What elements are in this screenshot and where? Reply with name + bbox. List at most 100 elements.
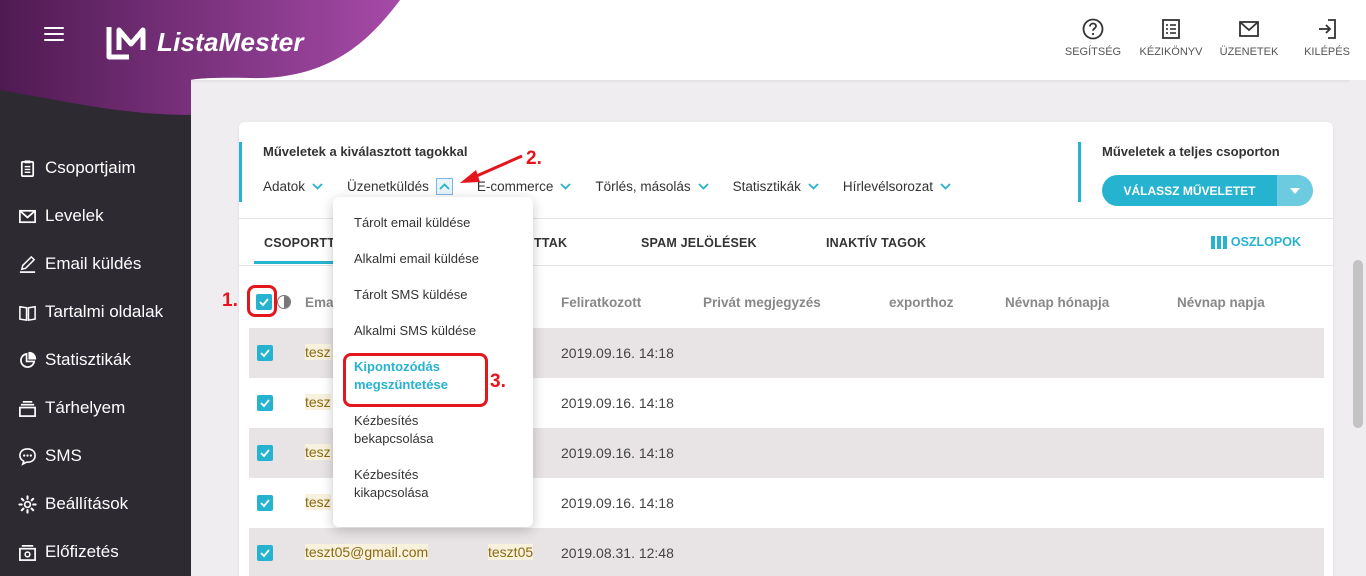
logout-label: KILÉPÉS xyxy=(1304,46,1350,58)
row-email[interactable]: tesz xyxy=(305,344,331,360)
manual-icon xyxy=(1162,19,1180,39)
column-header-email[interactable]: Ema xyxy=(305,295,334,310)
help-label: SEGÍTSÉG xyxy=(1064,46,1122,58)
row-name[interactable]: teszt05 xyxy=(488,544,534,560)
logo-mark-icon xyxy=(106,27,146,60)
sidebar-item-label: Levelek xyxy=(45,206,104,225)
menu-torles-masolas[interactable]: Törlés, másolás xyxy=(595,178,709,195)
mail-icon xyxy=(17,206,37,226)
pie-chart-icon xyxy=(17,350,37,370)
menu-uzenetkuldes[interactable]: Üzenetküldés xyxy=(347,178,453,195)
check-icon xyxy=(260,499,270,508)
row-date: 2019.09.16. 14:18 xyxy=(561,395,674,411)
annotation-step-2: 2. xyxy=(526,148,542,169)
contrast-icon[interactable] xyxy=(277,295,291,309)
column-header-feliratkozott[interactable]: Feliratkozott xyxy=(561,295,641,310)
sidebar-item-csoportjaim[interactable]: Csoportjaim xyxy=(0,144,191,192)
group-actions-title: Műveletek a teljes csoporton xyxy=(1102,144,1280,159)
messages-label: ÜZENETEK xyxy=(1219,46,1279,58)
choose-action-button[interactable]: VÁLASSZ MŰVELETET xyxy=(1102,175,1277,206)
active-tab-indicator xyxy=(254,261,334,264)
row-checkbox[interactable] xyxy=(257,545,273,561)
clipboard-icon xyxy=(17,158,37,178)
logout-icon xyxy=(1319,19,1336,39)
sidebar-item-tartalmi-oldalak[interactable]: Tartalmi oldalak xyxy=(0,288,191,336)
group-actions: Műveletek a teljes csoporton VÁLASSZ MŰV… xyxy=(1078,142,1328,206)
row-date: 2019.08.31. 12:48 xyxy=(561,545,674,561)
sidebar-item-label: Csoportjaim xyxy=(45,158,136,177)
sidebar-item-statisztikak[interactable]: Statisztikák xyxy=(0,336,191,384)
choose-action-dropdown-button[interactable] xyxy=(1277,175,1313,206)
tab-csoporttagok[interactable]: CSOPORTT xyxy=(264,236,335,250)
chat-bubble-icon xyxy=(17,446,37,466)
book-icon xyxy=(17,302,37,322)
sidebar-item-label: Beállítások xyxy=(45,494,129,513)
scrollbar-thumb[interactable] xyxy=(1353,260,1363,428)
chevron-down-icon xyxy=(698,183,709,190)
chevron-down-icon xyxy=(808,183,819,190)
sidebar-item-label: Tárhelyem xyxy=(45,398,126,417)
menu-torles-label: Törlés, másolás xyxy=(595,179,691,194)
menu-adatok-label: Adatok xyxy=(263,179,306,194)
column-header-nevnap-napja[interactable]: Névnap napja xyxy=(1177,295,1265,310)
column-header-exporthoz[interactable]: exporthoz xyxy=(889,295,954,310)
page-scrollbar[interactable] xyxy=(1350,80,1366,576)
sidebar-item-beallitasok[interactable]: Beállítások xyxy=(0,480,191,528)
check-icon xyxy=(260,549,270,558)
row-email[interactable]: tesz xyxy=(305,394,331,410)
chevron-down-icon xyxy=(940,183,951,190)
sidebar-item-label: SMS xyxy=(45,446,82,465)
sidebar-nav: Csoportjaim Levelek Email küldés Tartalm… xyxy=(0,144,191,576)
row-checkbox[interactable] xyxy=(257,445,273,461)
help-button[interactable]: SEGÍTSÉG xyxy=(1054,18,1132,58)
dropdown-item-adhoc-sms[interactable]: Alkalmi SMS küldése xyxy=(333,313,533,349)
column-header-nevnap-honapja[interactable]: Névnap hónapja xyxy=(1005,295,1109,310)
storage-icon xyxy=(17,398,37,418)
dropdown-item-stored-sms[interactable]: Tárolt SMS küldése xyxy=(333,277,533,313)
table-row[interactable]: teszt05@gmail.com teszt05 2019.08.31. 12… xyxy=(249,528,1324,576)
top-actions: SEGÍTSÉG KÉZIKÖNYV ÜZENETEK KILÉPÉS xyxy=(1054,18,1366,58)
caret-down-icon xyxy=(1290,187,1300,194)
menu-statisztikak[interactable]: Statisztikák xyxy=(733,178,819,195)
column-header-privat-megjegyzes[interactable]: Privát megjegyzés xyxy=(703,295,821,310)
app-logo: ListaMester xyxy=(105,24,304,60)
columns-button[interactable]: OSZLOPOK xyxy=(1210,235,1301,249)
columns-label: OSZLOPOK xyxy=(1230,235,1301,249)
row-checkbox[interactable] xyxy=(257,395,273,411)
menu-hirlevelsorozat[interactable]: Hírlevélsorozat xyxy=(843,178,951,195)
chevron-down-icon xyxy=(560,183,571,190)
sidebar-item-label: Előfizetés xyxy=(45,542,119,561)
menu-toggle-button[interactable] xyxy=(44,27,64,43)
row-date: 2019.09.16. 14:18 xyxy=(561,495,674,511)
row-email[interactable]: tesz xyxy=(305,494,331,510)
annotation-box-select-all xyxy=(247,285,277,317)
row-date: 2019.09.16. 14:18 xyxy=(561,445,674,461)
dropdown-item-stored-email[interactable]: Tárolt email küldése xyxy=(333,205,533,241)
sidebar-item-email-kuldes[interactable]: Email küldés xyxy=(0,240,191,288)
logout-button[interactable]: KILÉPÉS xyxy=(1288,18,1366,58)
row-email[interactable]: tesz xyxy=(305,444,331,460)
row-checkbox[interactable] xyxy=(257,345,273,361)
manual-button[interactable]: KÉZIKÖNYV xyxy=(1132,18,1210,58)
annotation-box-dropdown-item xyxy=(343,353,488,407)
choose-action-split-button: VÁLASSZ MŰVELETET xyxy=(1102,175,1313,206)
dropdown-item-delivery-on[interactable]: Kézbesítés bekapcsolása xyxy=(333,403,463,457)
messages-button[interactable]: ÜZENETEK xyxy=(1210,18,1288,58)
tab-spam-jelolesek[interactable]: SPAM JELÖLÉSEK xyxy=(641,236,757,250)
row-checkbox[interactable] xyxy=(257,495,273,511)
dropdown-item-adhoc-email[interactable]: Alkalmi email küldése xyxy=(333,241,533,277)
chevron-down-icon xyxy=(312,183,323,190)
annotation-step-1: 1. xyxy=(222,290,238,311)
tab-leiratkozottak[interactable]: TTAK xyxy=(534,236,567,250)
selected-actions-menu: Adatok Üzenetküldés E-commerce Törlés, m… xyxy=(263,178,1059,195)
menu-adatok[interactable]: Adatok xyxy=(263,178,323,195)
sidebar-item-tarhelyem[interactable]: Tárhelyem xyxy=(0,384,191,432)
gear-icon xyxy=(17,494,37,514)
sidebar-item-sms[interactable]: SMS xyxy=(0,432,191,480)
sidebar-item-levelek[interactable]: Levelek xyxy=(0,192,191,240)
tab-inaktiv-tagok[interactable]: INAKTÍV TAGOK xyxy=(826,236,926,250)
row-email[interactable]: teszt05@gmail.com xyxy=(305,544,429,560)
chevron-up-icon[interactable] xyxy=(435,178,453,195)
dropdown-item-delivery-off[interactable]: Kézbesítés kikapcsolása xyxy=(333,457,463,511)
sidebar-item-elofizetes[interactable]: Előfizetés xyxy=(0,528,191,576)
